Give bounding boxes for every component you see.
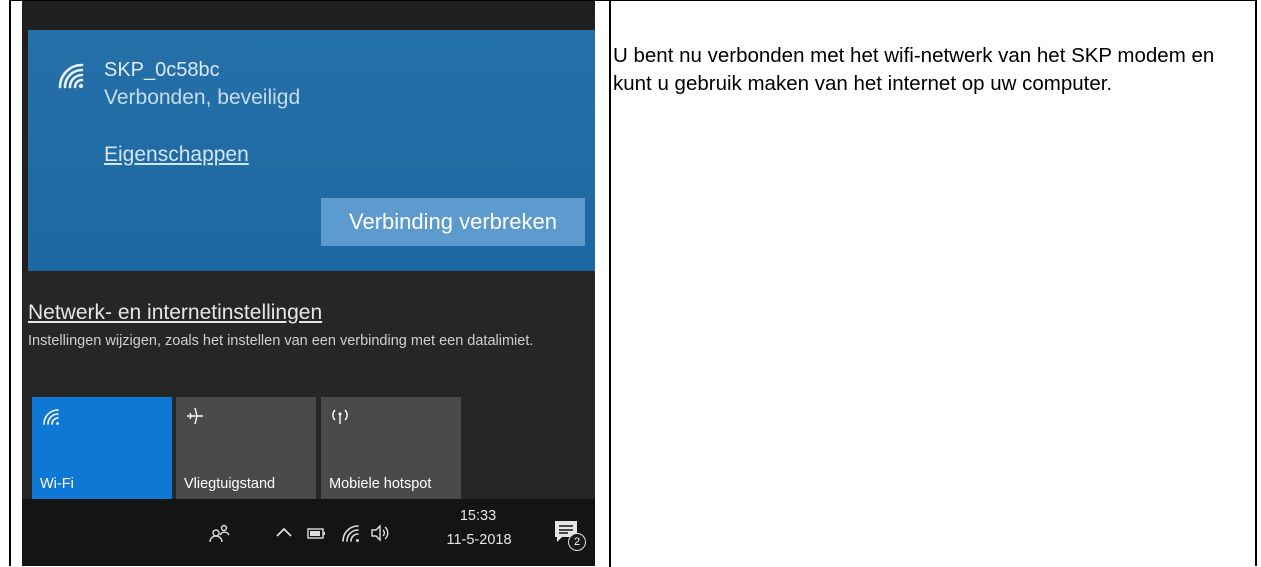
wifi-icon (43, 409, 59, 425)
taskbar: 15:33 11-5-2018 2 (22, 499, 595, 566)
wifi-tray-icon[interactable] (338, 521, 362, 545)
clock-time[interactable]: 15:33 (443, 508, 513, 524)
network-settings-area: Netwerk- en internetinstellingen Instell… (22, 271, 595, 499)
column-divider (609, 1, 611, 567)
wifi-tile[interactable]: Wi-Fi (32, 397, 172, 499)
wifi-signal-icon (58, 63, 84, 89)
airplane-icon (187, 407, 203, 425)
clock-date[interactable]: 11-5-2018 (436, 532, 522, 548)
mobile-hotspot-tile[interactable]: Mobiele hotspot (321, 397, 461, 499)
airplane-mode-label: Vliegtuigstand (184, 476, 276, 492)
wifi-tile-label: Wi-Fi (40, 476, 74, 492)
properties-link[interactable]: Eigenschappen (104, 143, 249, 167)
mobile-hotspot-label: Mobiele hotspot (329, 476, 432, 492)
airplane-mode-tile[interactable]: Vliegtuigstand (176, 397, 316, 499)
chevron-up-icon[interactable] (272, 521, 296, 545)
network-flyout-screenshot: SKP_0c58bc Verbonden, beveiligd Eigensch… (22, 1, 595, 566)
disconnect-button[interactable]: Verbinding verbreken (321, 198, 585, 246)
hotspot-icon (332, 409, 348, 424)
people-icon[interactable] (208, 521, 232, 545)
flyout-top-strip (22, 1, 595, 30)
connected-network-panel[interactable]: SKP_0c58bc Verbonden, beveiligd Eigensch… (28, 30, 595, 271)
notification-count-badge: 2 (568, 533, 586, 551)
network-ssid: SKP_0c58bc (104, 59, 220, 81)
network-status: Verbonden, beveiligd (104, 86, 301, 109)
network-settings-link[interactable]: Netwerk- en internetinstellingen (28, 301, 322, 325)
volume-icon[interactable] (368, 521, 392, 545)
battery-icon[interactable] (304, 521, 328, 545)
instruction-text: U bent nu verbonden met het wifi-netwerk… (613, 44, 1215, 95)
network-settings-description: Instellingen wijzigen, zoals het instell… (28, 333, 534, 349)
